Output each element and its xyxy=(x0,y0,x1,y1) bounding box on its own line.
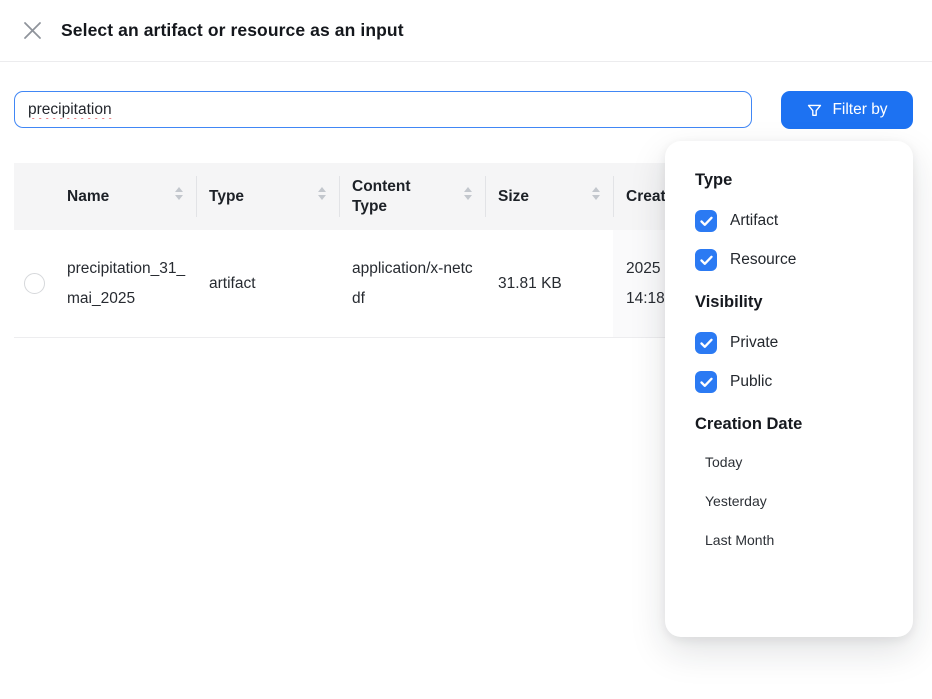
row-name: precipitation_31_mai_2025 xyxy=(67,254,186,314)
header-type-label: Type xyxy=(209,187,244,207)
checkbox-public-checked[interactable] xyxy=(695,371,717,393)
filter-section-type: Type Artifact Resource xyxy=(695,171,885,271)
checkbox-private-label: Private xyxy=(730,334,778,352)
header-select-column xyxy=(14,163,54,230)
filter-section-visibility: Visibility Private Public xyxy=(695,293,885,393)
filter-section-creation-date-title: Creation Date xyxy=(695,415,885,434)
check-icon xyxy=(700,377,713,388)
checkbox-resource-checked[interactable] xyxy=(695,249,717,271)
search-input[interactable] xyxy=(14,91,752,128)
row-size: 31.81 KB xyxy=(498,269,603,299)
check-icon xyxy=(700,216,713,227)
modal-header: Select an artifact or resource as an inp… xyxy=(0,0,932,62)
date-option-yesterday[interactable]: Yesterday xyxy=(695,493,885,509)
checkbox-row-artifact[interactable]: Artifact xyxy=(695,210,885,232)
check-icon xyxy=(700,255,713,266)
artifact-select-modal: Select an artifact or resource as an inp… xyxy=(0,0,932,699)
filter-section-type-title: Type xyxy=(695,171,885,190)
close-icon xyxy=(23,21,42,40)
header-size[interactable]: Size xyxy=(485,163,613,230)
checkbox-row-public[interactable]: Public xyxy=(695,371,885,393)
modal-title: Select an artifact or resource as an inp… xyxy=(61,20,404,41)
date-option-today[interactable]: Today xyxy=(695,454,885,470)
header-size-label: Size xyxy=(498,187,529,207)
checkbox-resource-label: Resource xyxy=(730,251,796,269)
row-content-type: application/x-netcdf xyxy=(352,254,475,314)
date-option-last-month[interactable]: Last Month xyxy=(695,532,885,548)
filter-section-visibility-title: Visibility xyxy=(695,293,885,312)
sort-icon-name[interactable] xyxy=(174,186,184,207)
row-radio-button[interactable] xyxy=(24,273,45,294)
header-content-type[interactable]: Content Type xyxy=(339,163,485,230)
filter-panel: Type Artifact Resource Visibility Pri xyxy=(665,141,913,637)
filter-section-creation-date: Creation Date Today Yesterday Last Month xyxy=(695,415,885,548)
header-name[interactable]: Name xyxy=(54,163,196,230)
checkbox-row-resource[interactable]: Resource xyxy=(695,249,885,271)
sort-icon-size[interactable] xyxy=(591,186,601,207)
checkbox-public-label: Public xyxy=(730,373,772,391)
header-content-type-label: Content Type xyxy=(352,177,428,217)
sort-icon-type[interactable] xyxy=(317,186,327,207)
checkbox-row-private[interactable]: Private xyxy=(695,332,885,354)
close-button[interactable] xyxy=(20,19,44,43)
checkbox-artifact-label: Artifact xyxy=(730,212,778,230)
sort-icon-content-type[interactable] xyxy=(463,186,473,207)
checkbox-private-checked[interactable] xyxy=(695,332,717,354)
row-type: artifact xyxy=(209,269,329,299)
filter-by-label: Filter by xyxy=(832,101,887,119)
header-name-label: Name xyxy=(67,187,109,207)
filter-by-button[interactable]: Filter by xyxy=(781,91,913,129)
header-type[interactable]: Type xyxy=(196,163,339,230)
check-icon xyxy=(700,338,713,349)
checkbox-artifact-checked[interactable] xyxy=(695,210,717,232)
funnel-icon xyxy=(806,102,823,119)
